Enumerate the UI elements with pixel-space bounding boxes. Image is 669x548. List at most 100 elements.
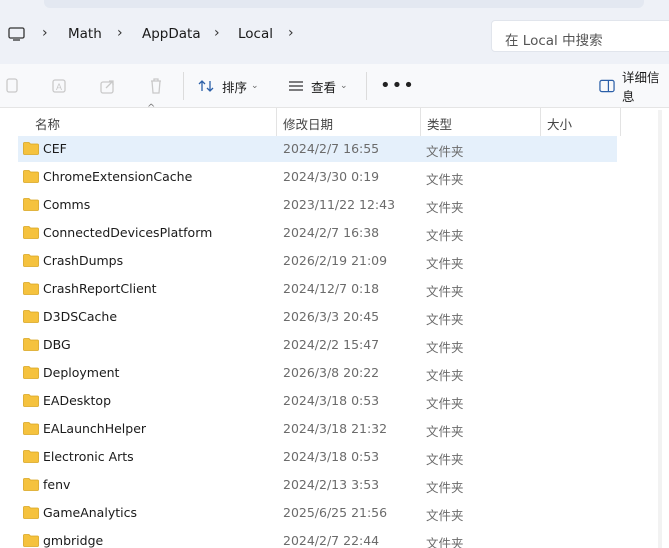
file-name: DBG [43,337,71,352]
file-row[interactable]: fenv 2024/2/13 3:53 文件夹 [18,472,617,498]
rename-icon[interactable]: A [50,76,70,96]
chevron-right-icon[interactable]: › [288,25,294,41]
sort-label: 排序 [222,79,248,95]
file-type: 文件夹 [426,452,464,467]
file-name: Comms [43,197,91,212]
chevron-down-icon: ⌄ [340,81,348,91]
svg-text:A: A [56,82,62,92]
file-name: EADesktop [43,393,111,408]
file-type: 文件夹 [426,256,464,271]
column-divider[interactable] [276,108,277,136]
file-name: ConnectedDevicesPlatform [43,225,213,240]
file-type: 文件夹 [426,396,464,411]
more-options-icon[interactable]: ••• [380,75,415,96]
view-icon [289,81,303,91]
column-divider[interactable] [540,108,541,136]
active-tab-edge [44,0,644,8]
chevron-right-icon[interactable]: › [214,25,220,41]
folder-icon [23,198,39,211]
column-header-modified[interactable]: 修改日期 [283,114,333,133]
file-modified: 2026/2/19 21:09 [283,253,388,268]
file-type: 文件夹 [426,284,464,299]
file-type: 文件夹 [426,508,464,523]
file-modified: 2024/3/30 0:19 [283,169,380,184]
details-pane-icon [599,79,615,93]
column-header-name[interactable]: 名称 [35,114,60,133]
file-name: D3DSCache [43,309,118,324]
file-row[interactable]: gmbridge 2024/2/7 22:44 文件夹 [18,528,617,548]
file-row[interactable]: GameAnalytics 2025/6/25 21:56 文件夹 [18,500,617,526]
file-row[interactable]: ConnectedDevicesPlatform 2024/2/7 16:38 … [18,220,617,246]
file-name: ChromeExtensionCache [43,169,193,184]
command-bar: A 排序 ⌄ 查看 ⌄ ••• 详细信息 [0,64,669,108]
file-modified: 2026/3/8 20:22 [283,365,380,380]
file-name: CEF [43,141,67,156]
file-name: Electronic Arts [43,449,134,464]
file-name: Deployment [43,365,120,380]
view-label: 查看 [311,79,337,95]
copy-icon[interactable] [2,76,22,96]
file-modified: 2024/3/18 21:32 [283,421,388,436]
vertical-scrollbar[interactable] [658,110,662,548]
toolbar-divider [366,72,367,100]
breadcrumb-item-local[interactable]: Local [238,26,273,42]
folder-icon [23,254,39,267]
file-modified: 2024/3/18 0:53 [283,449,380,464]
folder-icon [23,506,39,519]
chevron-down-icon: ⌄ [251,81,259,91]
details-pane-button[interactable]: 详细信息 [599,70,669,104]
search-placeholder: 在 Local 中搜索 [505,33,603,49]
file-name: EALaunchHelper [43,421,147,436]
file-type: 文件夹 [426,340,464,355]
column-header-type[interactable]: 类型 [427,114,452,133]
column-header-size[interactable]: 大小 [547,114,572,133]
file-modified: 2024/3/18 0:53 [283,393,380,408]
chevron-right-icon[interactable]: › [117,25,123,41]
file-row[interactable]: CrashReportClient 2024/12/7 0:18 文件夹 [18,276,617,302]
folder-icon [23,226,39,239]
file-type: 文件夹 [426,480,464,495]
file-row[interactable]: EADesktop 2024/3/18 0:53 文件夹 [18,388,617,414]
file-type: 文件夹 [426,200,464,215]
breadcrumb-item-math[interactable]: Math [68,26,102,42]
file-row[interactable]: D3DSCache 2026/3/3 20:45 文件夹 [18,304,617,330]
file-row[interactable]: EALaunchHelper 2024/3/18 21:32 文件夹 [18,416,617,442]
file-type: 文件夹 [426,228,464,243]
file-row[interactable]: DBG 2024/2/2 15:47 文件夹 [18,332,617,358]
column-divider[interactable] [620,108,621,136]
file-modified: 2023/11/22 12:43 [283,197,396,212]
folder-icon [23,310,39,323]
file-row[interactable]: Deployment 2026/3/8 20:22 文件夹 [18,360,617,386]
file-type: 文件夹 [426,424,464,439]
window-top-strip [0,0,669,10]
sort-button[interactable]: 排序 ⌄ [198,76,259,96]
column-divider[interactable] [420,108,421,136]
breadcrumb-item-appdata[interactable]: AppData [142,26,201,42]
folder-icon [23,142,39,155]
folder-icon [23,366,39,379]
delete-icon[interactable] [146,76,166,96]
chevron-right-icon[interactable]: › [42,25,48,41]
file-type: 文件夹 [426,368,464,383]
file-modified: 2025/6/25 21:56 [283,505,388,520]
share-icon[interactable] [98,76,118,96]
file-row[interactable]: Electronic Arts 2024/3/18 0:53 文件夹 [18,444,617,470]
column-header-row: 名称 修改日期 类型 大小 [0,108,669,136]
file-name: gmbridge [43,533,104,548]
address-bar-area: › Math › AppData › Local › 在 Local 中搜索 [0,10,669,64]
file-type: 文件夹 [426,312,464,327]
file-modified: 2024/2/13 3:53 [283,477,380,492]
file-modified: 2026/3/3 20:45 [283,309,380,324]
folder-icon [23,422,39,435]
file-row[interactable]: Comms 2023/11/22 12:43 文件夹 [18,192,617,218]
folder-icon [23,394,39,407]
folder-icon [23,282,39,295]
this-pc-icon[interactable] [8,27,25,41]
file-row[interactable]: CrashDumps 2026/2/19 21:09 文件夹 [18,248,617,274]
search-input[interactable]: 在 Local 中搜索 [491,20,669,52]
view-button[interactable]: 查看 ⌄ [287,76,348,96]
file-name: GameAnalytics [43,505,137,520]
file-row[interactable]: ChromeExtensionCache 2024/3/30 0:19 文件夹 [18,164,617,190]
file-name: fenv [43,477,71,492]
file-row[interactable]: CEF 2024/2/7 16:55 文件夹 [18,136,617,162]
